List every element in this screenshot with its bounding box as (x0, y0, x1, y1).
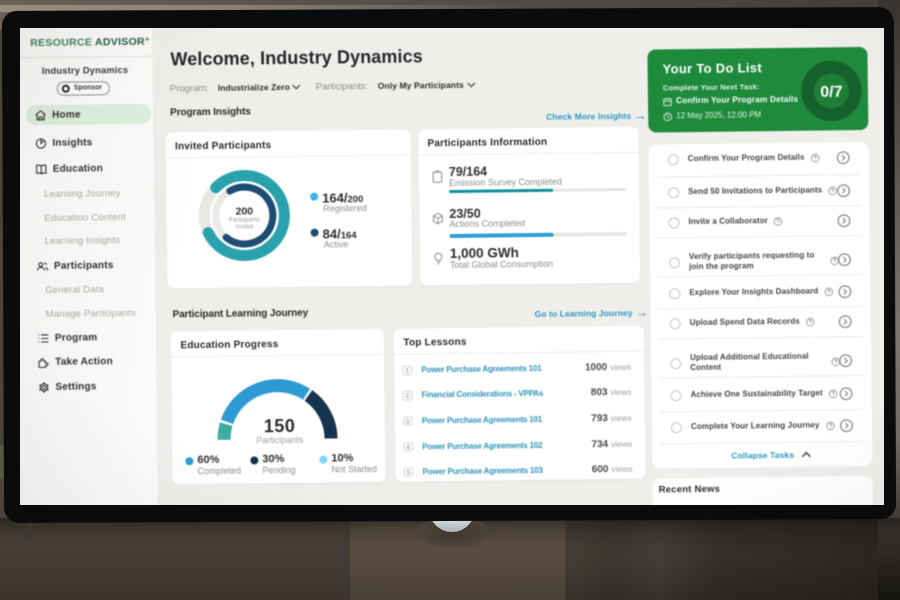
svg-text:0/7: 0/7 (820, 84, 843, 101)
